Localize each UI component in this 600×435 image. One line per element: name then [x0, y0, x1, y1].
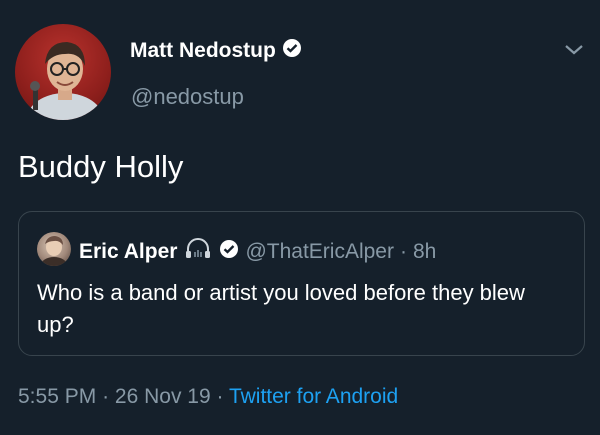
- author-name-row[interactable]: Matt Nedostup: [130, 38, 302, 64]
- tweet-text: Buddy Holly: [18, 149, 184, 184]
- separator-dot: ·: [216, 385, 224, 408]
- quoted-header: Eric Alper @ThatEricAlper · 8h: [79, 238, 436, 266]
- headphones-icon: [183, 238, 213, 266]
- verified-badge-icon: [282, 38, 302, 64]
- quoted-author-name[interactable]: Eric Alper: [79, 240, 177, 264]
- quoted-tweet-age[interactable]: 8h: [413, 240, 436, 264]
- verified-badge-icon: [219, 239, 239, 265]
- author-avatar[interactable]: [15, 24, 111, 120]
- author-name[interactable]: Matt Nedostup: [130, 39, 276, 63]
- tweet-meta: 5:55 PM · 26 Nov 19 · Twitter for Androi…: [18, 385, 398, 409]
- quoted-tweet-text: Who is a band or artist you loved before…: [37, 280, 525, 337]
- tweet-date[interactable]: 26 Nov 19: [115, 385, 211, 408]
- tweet-time[interactable]: 5:55 PM: [18, 385, 96, 408]
- quoted-author-handle[interactable]: @ThatEricAlper: [245, 240, 394, 264]
- quoted-tweet[interactable]: Eric Alper @ThatEricAlper · 8h Who is a …: [18, 211, 585, 356]
- tweet-source-link[interactable]: Twitter for Android: [229, 385, 398, 408]
- separator-dot: ·: [399, 240, 407, 263]
- author-handle[interactable]: @nedostup: [131, 84, 244, 110]
- chevron-down-icon[interactable]: [562, 42, 586, 58]
- separator-dot: ·: [102, 385, 110, 408]
- quoted-author-avatar[interactable]: [37, 232, 71, 266]
